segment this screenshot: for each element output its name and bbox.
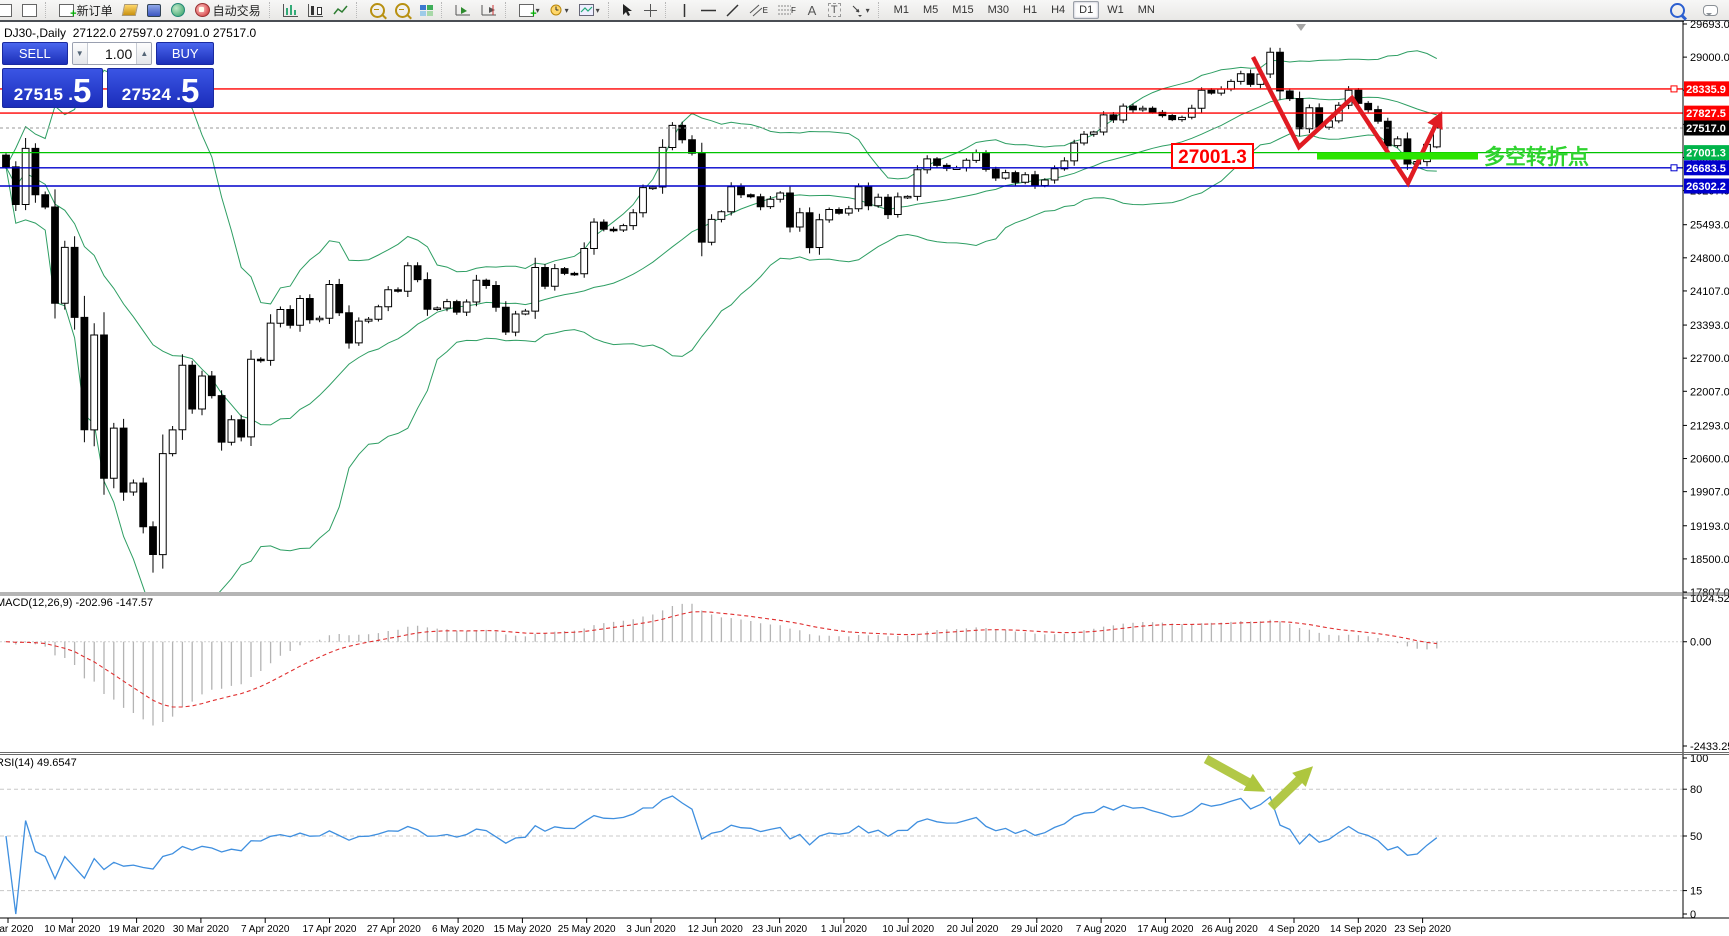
svg-text:15: 15 [1690, 886, 1702, 898]
svg-text:17 Aug 2020: 17 Aug 2020 [1137, 924, 1194, 935]
mt4-window: ⚲ 新订单 自动交易 ▾ ▾ ▾ E [0, 0, 1729, 936]
svg-text:15 May 2020: 15 May 2020 [493, 924, 551, 935]
buy-price-button[interactable]: 27524 . 5 [107, 68, 214, 108]
svg-text:26 Aug 2020: 26 Aug 2020 [1202, 924, 1259, 935]
svg-text:0: 0 [1690, 909, 1696, 921]
support-bar-annotation[interactable] [1317, 153, 1478, 160]
svg-text:27 Apr 2020: 27 Apr 2020 [367, 924, 421, 935]
svg-text:17 Apr 2020: 17 Apr 2020 [303, 924, 357, 935]
svg-text:4 Sep 2020: 4 Sep 2020 [1268, 924, 1320, 935]
svg-text:27001.3: 27001.3 [1686, 148, 1726, 160]
candle-wicks [6, 48, 1437, 573]
svg-text:19193.0: 19193.0 [1690, 521, 1729, 533]
svg-text:12 Jun 2020: 12 Jun 2020 [688, 924, 743, 935]
svg-text:25493.0: 25493.0 [1690, 220, 1729, 232]
svg-text:6 May 2020: 6 May 2020 [432, 924, 485, 935]
svg-text:14 Sep 2020: 14 Sep 2020 [1330, 924, 1387, 935]
svg-text:20 Jul 2020: 20 Jul 2020 [947, 924, 999, 935]
volume-decrease-button[interactable]: ▼ [73, 43, 88, 64]
svg-text:3 Jun 2020: 3 Jun 2020 [626, 924, 676, 935]
volume-increase-button[interactable]: ▲ [136, 43, 151, 64]
macd-indicator-label: MACD(12,26,9) -202.96 -147.57 [0, 597, 153, 609]
svg-text:2 Mar 2020: 2 Mar 2020 [0, 924, 34, 935]
buy-price-pip: 5 [181, 77, 199, 105]
one-click-trade-panel: SELL ▼ 1.00 ▲ BUY 27515 . 5 27524 . 5 [2, 42, 214, 108]
bollinger-band-line [6, 134, 1437, 619]
svg-text:10 Mar 2020: 10 Mar 2020 [44, 924, 101, 935]
svg-text:19 Mar 2020: 19 Mar 2020 [109, 924, 166, 935]
candles-layer: 27001.3 多空转折点 [0, 24, 1683, 619]
svg-text:29 Jul 2020: 29 Jul 2020 [1011, 924, 1063, 935]
svg-text:30 Mar 2020: 30 Mar 2020 [173, 924, 230, 935]
macd-pane [0, 604, 1683, 726]
macd-histogram [6, 604, 1437, 726]
svg-text:28335.9: 28335.9 [1686, 84, 1726, 96]
svg-text:多空转折点: 多空转折点 [1484, 145, 1589, 169]
rsi-indicator-label: RSI(14) 49.6547 [0, 757, 77, 769]
svg-text:7 Apr 2020: 7 Apr 2020 [241, 924, 290, 935]
down-candles [3, 52, 1411, 554]
svg-text:23 Jun 2020: 23 Jun 2020 [752, 924, 807, 935]
symbol-name: DJ30-,Daily [4, 26, 66, 40]
svg-text:27001.3: 27001.3 [1178, 147, 1247, 168]
svg-text:22700.0: 22700.0 [1690, 353, 1729, 365]
svg-text:23393.0: 23393.0 [1690, 320, 1729, 332]
rsi-arrow-annotation[interactable] [1271, 776, 1303, 807]
sell-price-button[interactable]: 27515 . 5 [2, 68, 103, 108]
svg-text:-2433.25: -2433.25 [1690, 741, 1729, 753]
time-axis[interactable]: 2 Mar 2020 10 Mar 2020 19 Mar 2020 30 Mar 2… [0, 918, 1729, 935]
svg-text:10 Jul 2020: 10 Jul 2020 [882, 924, 934, 935]
volume-value[interactable]: 1.00 [88, 43, 136, 64]
chart-title: DJ30-,Daily 27122.0 27597.0 27091.0 2751… [4, 26, 256, 40]
svg-text:25 May 2020: 25 May 2020 [558, 924, 616, 935]
svg-text:29000.0: 29000.0 [1690, 52, 1729, 64]
buy-price-main: 27524 [122, 85, 172, 105]
volume-stepper: ▼ 1.00 ▲ [72, 42, 153, 65]
ohlc-readout: 27122.0 27597.0 27091.0 27517.0 [73, 26, 257, 40]
svg-text:24107.0: 24107.0 [1690, 286, 1729, 298]
svg-text:21293.0: 21293.0 [1690, 420, 1729, 432]
svg-text:26302.2: 26302.2 [1686, 181, 1726, 193]
rsi-pane [0, 759, 1683, 914]
svg-text:7 Aug 2020: 7 Aug 2020 [1076, 924, 1127, 935]
chart-shift-marker[interactable] [1296, 24, 1306, 31]
svg-text:22007.0: 22007.0 [1690, 386, 1729, 398]
svg-text:27517.0: 27517.0 [1686, 123, 1726, 135]
rsi-arrow-annotation[interactable] [1206, 759, 1253, 785]
buy-button[interactable]: BUY [156, 42, 214, 65]
svg-text:26683.5: 26683.5 [1686, 163, 1726, 175]
svg-text:24800.0: 24800.0 [1690, 253, 1729, 265]
svg-text:18500.0: 18500.0 [1690, 554, 1729, 566]
svg-text:50: 50 [1690, 831, 1702, 843]
price-axis[interactable]: 29693.029000.028307.027593.026900.026207… [1683, 19, 1729, 936]
line-handle[interactable] [1671, 165, 1677, 171]
svg-text:29693.0: 29693.0 [1690, 19, 1729, 31]
svg-text:27827.5: 27827.5 [1686, 108, 1726, 120]
sell-price-pip: 5 [73, 77, 91, 105]
price-chart[interactable]: 27001.3多空转折点29693.029000.028307.027593.0… [0, 0, 1729, 936]
svg-text:23 Sep 2020: 23 Sep 2020 [1394, 924, 1451, 935]
sell-button[interactable]: SELL [2, 42, 68, 65]
svg-text:19907.0: 19907.0 [1690, 487, 1729, 499]
line-handle[interactable] [1671, 86, 1677, 92]
sell-price-main: 27515 [14, 85, 64, 105]
svg-text:1 Jul 2020: 1 Jul 2020 [821, 924, 868, 935]
svg-text:20600.0: 20600.0 [1690, 454, 1729, 466]
svg-text:0.00: 0.00 [1690, 637, 1711, 649]
svg-text:80: 80 [1690, 784, 1702, 796]
rsi-line [6, 796, 1437, 914]
